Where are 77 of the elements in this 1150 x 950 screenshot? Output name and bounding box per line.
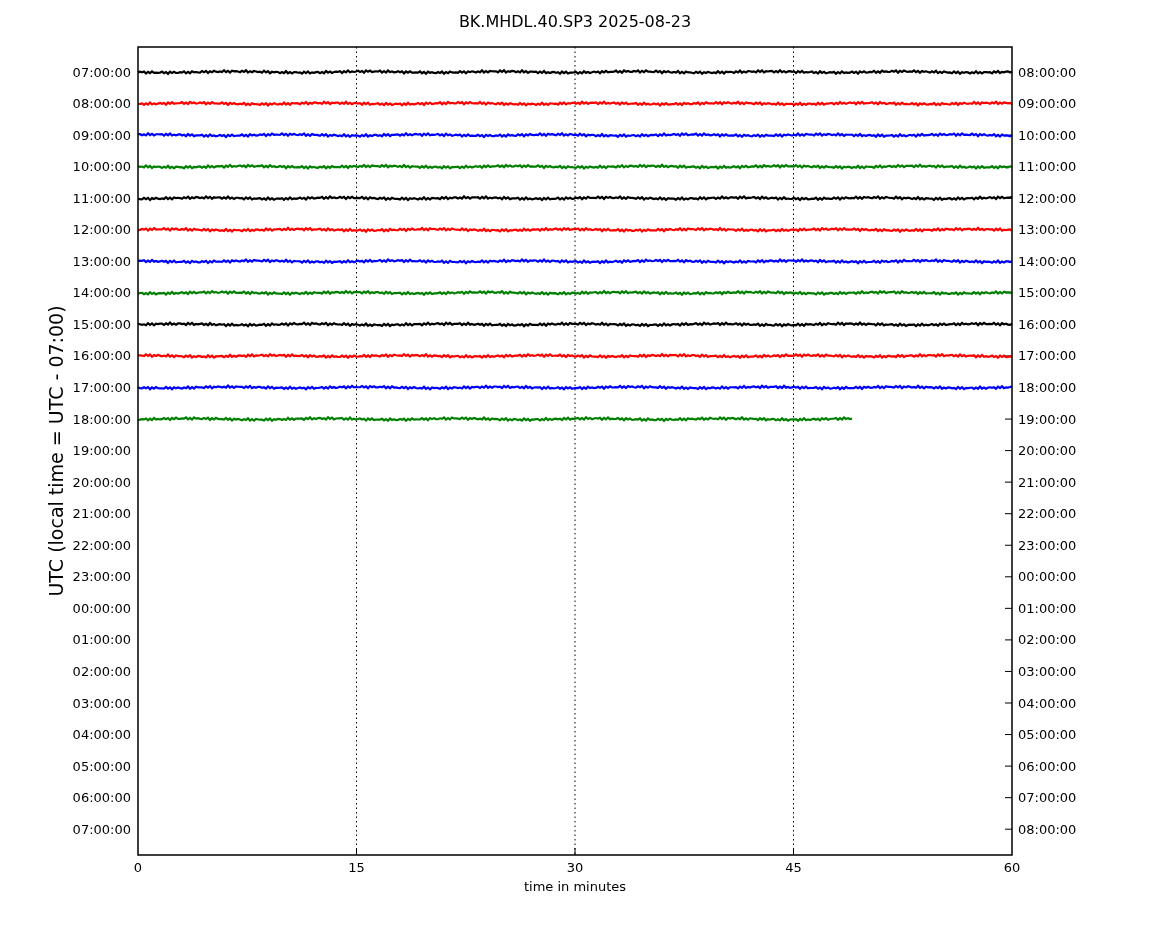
tick-mark — [1004, 797, 1013, 799]
tick-mark — [793, 847, 794, 856]
tick-label: 21:00:00 — [72, 506, 131, 522]
tick-label: 02:00:00 — [1018, 632, 1077, 648]
tick-label: 15:00:00 — [1018, 285, 1077, 301]
tick-label: 09:00:00 — [1018, 96, 1077, 112]
tick-mark — [574, 847, 576, 856]
tick-label: 17:00:00 — [1018, 348, 1077, 364]
tick-label: 02:00:00 — [72, 663, 131, 679]
tick-mark — [1004, 450, 1013, 452]
tick-label: 05:00:00 — [1018, 727, 1077, 743]
tick-label: 01:00:00 — [72, 632, 131, 648]
tick-label: 08:00:00 — [1018, 64, 1077, 80]
tick-label: 20:00:00 — [1018, 443, 1077, 459]
tick-label: 10:00:00 — [1018, 127, 1077, 143]
axis-label: UTC (local time = UTC - 07:00) — [45, 305, 67, 597]
tick-label: 20:00:00 — [72, 474, 131, 490]
tick-mark — [1004, 828, 1013, 830]
tick-mark — [356, 847, 357, 856]
tick-label: 19:00:00 — [1018, 411, 1077, 427]
tick-label: 08:00:00 — [1018, 821, 1077, 837]
tick-label: 06:00:00 — [72, 790, 131, 806]
tick-label: 08:00:00 — [72, 96, 131, 112]
tick-label: 17:00:00 — [72, 380, 131, 395]
tick-label: 07:00:00 — [1018, 790, 1077, 806]
tick-label: 16:00:00 — [1018, 316, 1077, 332]
tick-mark — [1004, 544, 1013, 546]
tick-mark — [1004, 481, 1013, 483]
tick-label: 22:00:00 — [72, 537, 131, 553]
tick-mark — [1004, 513, 1013, 515]
tick-mark — [1004, 702, 1013, 704]
tick-label: 00:00:00 — [72, 600, 131, 616]
tick-label: 23:00:00 — [1018, 537, 1077, 553]
tick-label: 23:00:00 — [72, 569, 131, 585]
tick-label: 03:00:00 — [1018, 663, 1077, 679]
tick-label: 15:00:00 — [72, 316, 131, 332]
tick-label: 18:00:00 — [72, 411, 131, 427]
tick-label: 01:00:00 — [1018, 600, 1077, 616]
tick-label: 45 — [785, 860, 802, 875]
tick-label: 13:00:00 — [1018, 222, 1077, 238]
tick-label: 03:00:00 — [72, 695, 131, 711]
tick-label: 12:00:00 — [72, 222, 131, 238]
tick-label: 11:00:00 — [1018, 159, 1077, 175]
tick-label: 05:00:00 — [72, 758, 131, 774]
tick-label: 10:00:00 — [72, 159, 131, 175]
tick-label: 16:00:00 — [72, 348, 131, 364]
tick-mark — [1004, 418, 1013, 420]
tick-label: 11:00:00 — [72, 190, 131, 206]
tick-label: 04:00:00 — [1018, 695, 1077, 711]
tick-mark — [1004, 734, 1013, 736]
tick-label: 22:00:00 — [1018, 506, 1077, 522]
tick-mark — [1004, 292, 1013, 294]
tick-label: 0 — [133, 860, 143, 875]
tick-label: 30 — [566, 860, 584, 875]
tick-label: 21:00:00 — [1018, 474, 1077, 490]
tick-label: 18:00:00 — [1018, 380, 1077, 395]
tick-label: 60 — [1003, 860, 1021, 875]
tick-mark — [1004, 639, 1013, 641]
tick-mark — [1004, 607, 1013, 609]
tick-label: 04:00:00 — [72, 727, 131, 743]
tick-mark — [1004, 576, 1013, 578]
axis-label: time in minutes — [523, 879, 627, 894]
tick-label: 07:00:00 — [72, 821, 131, 837]
tick-mark — [1004, 134, 1013, 136]
chart-title: BK.MHDL.40.SP3 2025-08-23 — [458, 12, 692, 31]
tick-label: 09:00:00 — [72, 127, 131, 143]
tick-label: 15 — [348, 860, 365, 875]
tick-label: 19:00:00 — [72, 443, 131, 459]
tick-label: 13:00:00 — [72, 253, 131, 269]
tick-label: 06:00:00 — [1018, 758, 1077, 774]
tick-label: 00:00:00 — [1018, 569, 1077, 585]
tick-label: 14:00:00 — [72, 285, 131, 301]
tick-label: 07:00:00 — [72, 64, 131, 80]
tick-label: 14:00:00 — [1018, 253, 1077, 269]
tick-mark — [1004, 670, 1013, 672]
tick-label: 12:00:00 — [1018, 190, 1077, 206]
tick-mark — [1004, 765, 1013, 767]
